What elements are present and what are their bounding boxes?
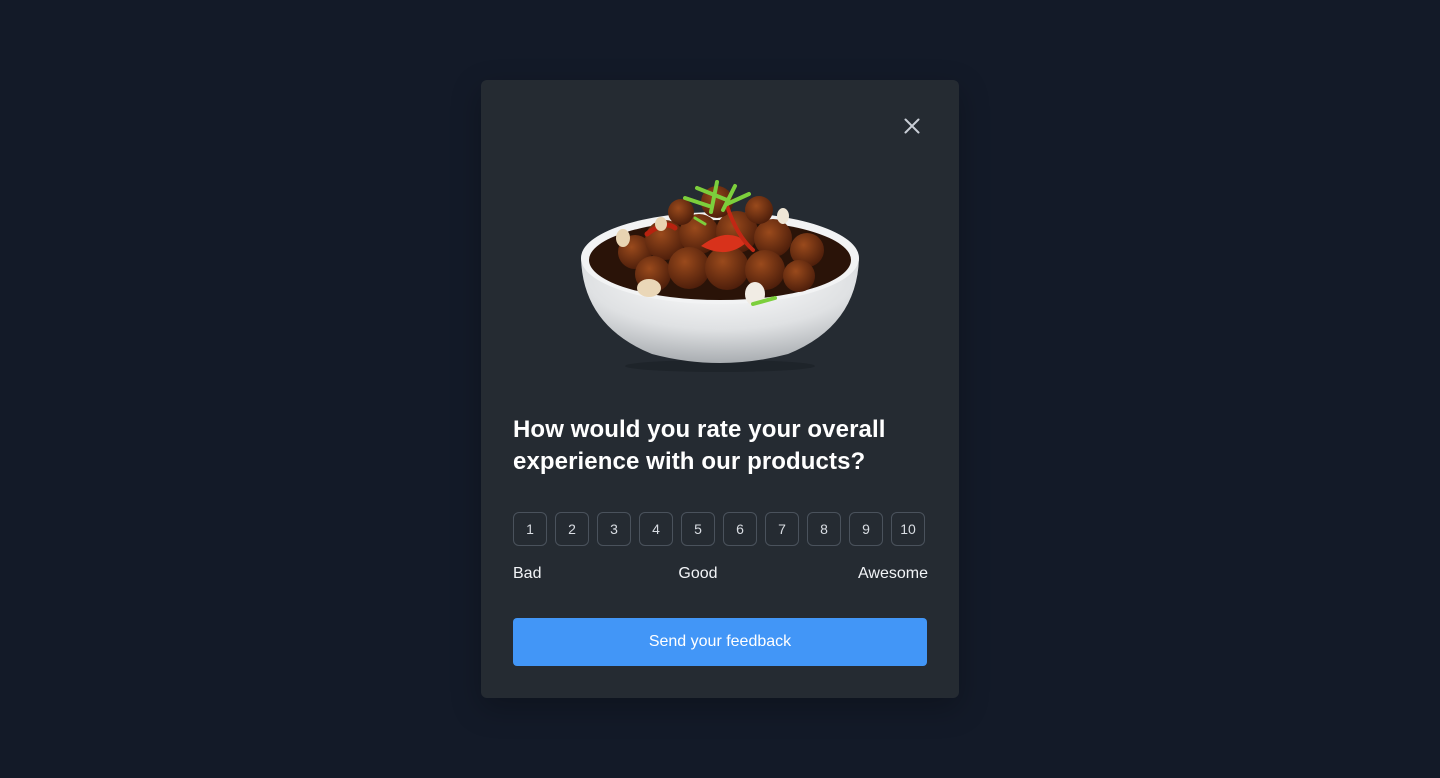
rating-option-6[interactable]: 6 — [723, 512, 757, 546]
rating-option-5[interactable]: 5 — [681, 512, 715, 546]
food-bowl-image — [581, 180, 859, 372]
rating-option-8[interactable]: 8 — [807, 512, 841, 546]
rating-option-2[interactable]: 2 — [555, 512, 589, 546]
rating-option-4[interactable]: 4 — [639, 512, 673, 546]
rating-scale-labels: Bad Good Awesome — [513, 565, 928, 585]
scale-label-low: Bad — [513, 565, 542, 582]
rating-option-3[interactable]: 3 — [597, 512, 631, 546]
close-button[interactable] — [896, 110, 928, 142]
scale-label-high: Awesome — [858, 565, 928, 582]
scale-label-mid: Good — [678, 565, 718, 582]
rating-option-1[interactable]: 1 — [513, 512, 547, 546]
rating-scale: 1 2 3 4 5 6 7 8 9 10 — [513, 512, 925, 546]
feedback-modal: How would you rate your overall experien… — [481, 80, 959, 698]
close-icon — [904, 118, 920, 134]
rating-option-10[interactable]: 10 — [891, 512, 925, 546]
survey-question: How would you rate your overall experien… — [513, 416, 886, 475]
rating-option-7[interactable]: 7 — [765, 512, 799, 546]
send-feedback-button[interactable]: Send your feedback — [513, 618, 927, 666]
rating-option-9[interactable]: 9 — [849, 512, 883, 546]
